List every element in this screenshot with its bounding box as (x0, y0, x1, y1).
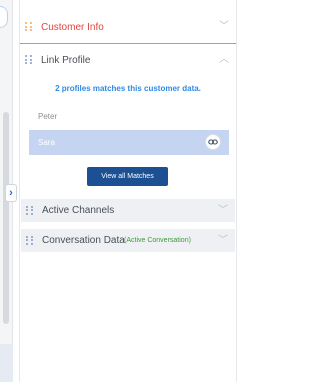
chevron-down-icon[interactable]: ﹀ (219, 22, 229, 32)
section-title: Conversation Data (42, 235, 125, 246)
section-customer-info[interactable]: Customer Info ﹀ (20, 14, 236, 40)
left-panel-tab[interactable] (0, 6, 8, 28)
drag-handle-icon[interactable] (25, 55, 33, 65)
section-title: Active Channels (42, 205, 115, 216)
drag-handle-icon[interactable] (25, 22, 33, 32)
chevron-up-icon[interactable]: ︿ (219, 55, 229, 65)
profile-name: Sara (38, 138, 55, 147)
section-link-profile[interactable]: Link Profile ︿ (20, 47, 236, 73)
chevron-right-icon[interactable]: › (5, 184, 17, 202)
chevron-down-icon[interactable]: ﹀ (218, 235, 228, 246)
section-title: Link Profile (41, 54, 91, 66)
app-root: › Customer Info ﹀ Link Profile ︿ 2 profi… (0, 0, 248, 382)
view-all-matches-button[interactable]: View all Matches (87, 167, 168, 186)
link-icon[interactable] (205, 134, 221, 150)
chevron-down-icon[interactable]: ﹀ (218, 205, 228, 216)
section-conversation-data[interactable]: Conversation Data (Active Conversation) … (21, 229, 235, 252)
profile-item-peter[interactable]: Peter (38, 112, 57, 121)
divider (20, 43, 236, 44)
customer-panel: Customer Info ﹀ Link Profile ︿ 2 profile… (19, 0, 237, 382)
section-active-channels[interactable]: Active Channels ﹀ (21, 199, 235, 222)
profile-item-sara[interactable]: Sara (29, 130, 229, 155)
right-margin (237, 0, 248, 382)
drag-handle-icon[interactable] (26, 235, 34, 246)
drag-handle-icon[interactable] (26, 205, 34, 216)
match-message: 2 profiles matches this customer data. (55, 84, 201, 93)
conversation-status-tag: (Active Conversation) (124, 237, 191, 244)
left-scrollbar[interactable] (3, 112, 9, 324)
left-panel-footer (0, 344, 13, 382)
section-title: Customer Info (41, 21, 104, 33)
